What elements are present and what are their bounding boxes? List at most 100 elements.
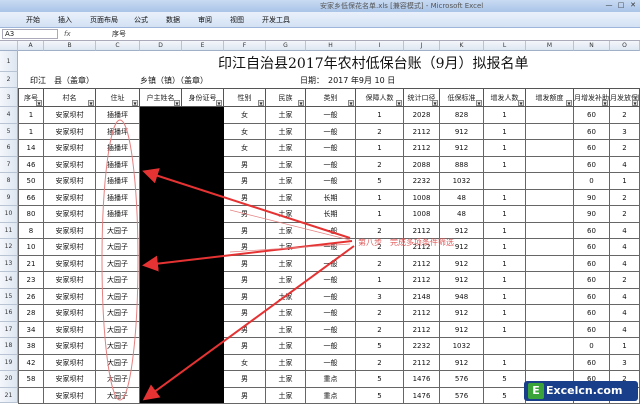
table-cell[interactable]: 576 [440,388,484,404]
table-cell[interactable]: 土家 [266,371,306,388]
filter-dropdown-icon[interactable]: ▼ [174,100,180,106]
name-box[interactable]: A3 [2,29,58,39]
table-cell[interactable]: 土家 [266,107,306,124]
table-cell[interactable]: 2 [610,206,640,223]
table-cell[interactable]: 1 [484,355,526,372]
filter-dropdown-icon[interactable]: ▼ [432,100,438,106]
table-cell[interactable]: 60 [574,223,610,240]
table-cell[interactable]: 安家坝村 [44,223,96,240]
table-cell[interactable]: 大园子 [96,388,140,404]
table-cell[interactable]: 21 [18,256,44,273]
table-cell[interactable]: 安家坝村 [44,256,96,273]
table-cell[interactable] [526,322,574,339]
select-all-corner[interactable] [0,41,18,51]
table-cell[interactable] [526,272,574,289]
table-cell[interactable]: 男 [224,322,266,339]
table-cell[interactable]: 大园子 [96,289,140,306]
table-cell[interactable] [526,124,574,141]
table-cell[interactable]: 60 [574,256,610,273]
table-cell[interactable]: 1008 [404,190,440,207]
table-cell[interactable]: 3 [610,355,640,372]
table-cell[interactable]: 男 [224,338,266,355]
table-cell[interactable]: 长期 [306,190,356,207]
table-cell[interactable]: 912 [440,124,484,141]
table-cell[interactable]: 0 [574,173,610,190]
filter-dropdown-icon[interactable]: ▼ [298,100,304,106]
table-cell[interactable]: 2 [356,305,404,322]
table-cell[interactable]: 土家 [266,305,306,322]
table-cell[interactable]: 2232 [404,338,440,355]
table-cell[interactable] [526,289,574,306]
table-cell[interactable]: 1 [484,322,526,339]
table-cell[interactable]: 一般 [306,338,356,355]
table-cell[interactable]: 2 [610,190,640,207]
table-cell[interactable]: 912 [440,305,484,322]
table-cell[interactable]: 4 [610,256,640,273]
table-cell[interactable]: 1032 [440,338,484,355]
table-cell[interactable]: 安家坝村 [44,322,96,339]
table-cell[interactable]: 1 [18,124,44,141]
formula-input[interactable]: 序号 [112,28,126,41]
table-cell[interactable]: 土家 [266,289,306,306]
table-cell[interactable]: 2112 [404,256,440,273]
table-cell[interactable]: 1 [356,206,404,223]
table-cell[interactable]: 大园子 [96,322,140,339]
tab-data[interactable]: 数据 [166,15,180,25]
row-header[interactable]: 19 [0,355,18,372]
table-cell[interactable]: 38 [18,338,44,355]
table-cell[interactable]: 1 [484,157,526,174]
table-cell[interactable]: 2 [356,124,404,141]
table-cell[interactable]: 34 [18,322,44,339]
table-cell[interactable]: 男 [224,256,266,273]
row-header[interactable]: 15 [0,289,18,306]
table-cell[interactable]: 重点 [306,371,356,388]
row-header[interactable]: 5 [0,124,18,141]
table-cell[interactable]: 2 [610,272,640,289]
table-cell[interactable]: 60 [574,305,610,322]
table-cell[interactable]: 8 [18,223,44,240]
table-cell[interactable]: 1 [484,305,526,322]
table-cell[interactable]: 一般 [306,157,356,174]
row-header[interactable]: 21 [0,388,18,404]
table-cell[interactable]: 一般 [306,289,356,306]
table-cell[interactable] [526,173,574,190]
table-cell[interactable]: 14 [18,140,44,157]
column-header-j[interactable]: J [404,41,440,51]
tab-formulas[interactable]: 公式 [134,15,148,25]
table-cell[interactable]: 土家 [266,388,306,404]
column-header-h[interactable]: H [306,41,356,51]
table-cell[interactable] [526,338,574,355]
table-cell[interactable]: 5 [356,388,404,404]
table-cell[interactable]: 长期 [306,206,356,223]
row-header[interactable]: 1 [0,51,18,72]
table-cell[interactable]: 一般 [306,140,356,157]
table-cell[interactable]: 土家 [266,223,306,240]
table-cell[interactable]: 土家 [266,206,306,223]
table-cell[interactable]: 安家坝村 [44,140,96,157]
table-cell[interactable]: 2232 [404,173,440,190]
table-cell[interactable]: 80 [18,206,44,223]
table-cell[interactable]: 5 [484,388,526,404]
table-cell[interactable]: 土家 [266,272,306,289]
table-cell[interactable]: 插播坪 [96,124,140,141]
table-cell[interactable]: 安家坝村 [44,305,96,322]
table-cell[interactable]: 一般 [306,256,356,273]
table-cell[interactable]: 948 [440,289,484,306]
table-cell[interactable] [526,140,574,157]
table-cell[interactable]: 90 [574,206,610,223]
table-cell[interactable]: 土家 [266,256,306,273]
table-cell[interactable]: 4 [610,322,640,339]
table-cell[interactable]: 60 [574,355,610,372]
table-cell[interactable]: 1 [484,140,526,157]
table-cell[interactable]: 安家坝村 [44,107,96,124]
column-header-e[interactable]: E [182,41,224,51]
table-cell[interactable]: 26 [18,289,44,306]
table-cell[interactable]: 2112 [404,305,440,322]
table-cell[interactable] [526,206,574,223]
table-cell[interactable]: 土家 [266,322,306,339]
table-cell[interactable]: 0 [574,338,610,355]
table-cell[interactable]: 66 [18,190,44,207]
table-cell[interactable]: 48 [440,206,484,223]
table-cell[interactable]: 5 [356,338,404,355]
table-cell[interactable]: 大园子 [96,256,140,273]
